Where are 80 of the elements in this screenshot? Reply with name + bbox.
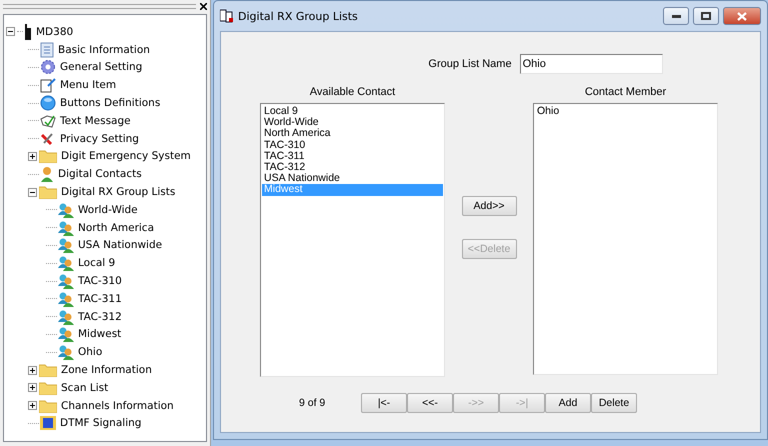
- folder-icon: [39, 398, 57, 413]
- maximize-icon: [701, 12, 711, 20]
- list-item[interactable]: TAC-310: [262, 140, 443, 151]
- people-icon: [58, 255, 74, 272]
- tree-item[interactable]: DTMF Signaling: [60, 417, 142, 430]
- tree-item[interactable]: MD380: [36, 26, 74, 38]
- list-item[interactable]: Local 9: [262, 106, 443, 118]
- tree-item[interactable]: TAC-312: [78, 310, 122, 323]
- add-button[interactable]: Add>>: [462, 196, 516, 216]
- tree-item[interactable]: General Setting: [60, 61, 142, 74]
- tree-item[interactable]: Privacy Setting: [60, 132, 139, 145]
- maximize-button[interactable]: [693, 7, 719, 25]
- people-icon: [58, 273, 74, 290]
- people-icon: [58, 344, 74, 360]
- nav-button[interactable]: |<-: [361, 393, 407, 413]
- nav-button[interactable]: Delete: [591, 393, 637, 413]
- tree-item[interactable]: TAC-310: [78, 275, 122, 288]
- tree-item[interactable]: Digital Contacts: [58, 168, 142, 180]
- people-icon: [58, 202, 74, 218]
- expand-toggle[interactable]: [28, 383, 37, 392]
- person-icon: [40, 166, 54, 182]
- list-heading: Contact Member: [584, 86, 666, 98]
- close-button[interactable]: [723, 7, 761, 25]
- group-name-field[interactable]: Ohio: [520, 54, 663, 74]
- tree-item[interactable]: Midwest: [78, 328, 122, 340]
- tree-item[interactable]: TAC-311: [78, 292, 122, 305]
- window-title: Digital RX Group Lists: [238, 10, 359, 22]
- window-icon: [220, 9, 234, 23]
- close-icon[interactable]: [200, 2, 207, 10]
- tree-item[interactable]: Text Message: [60, 114, 131, 127]
- people-icon: [58, 290, 74, 307]
- list-item[interactable]: USA Nationwide: [262, 173, 443, 184]
- list-item[interactable]: TAC-311: [262, 150, 443, 162]
- tree-item[interactable]: Local 9: [78, 257, 116, 270]
- tree-item[interactable]: USA Nationwide: [78, 239, 162, 252]
- minimize-button[interactable]: [663, 7, 689, 25]
- radio-icon: [24, 24, 32, 40]
- contact-member-list[interactable]: Ohio: [533, 103, 718, 375]
- expand-toggle[interactable]: [28, 152, 37, 161]
- tree-item[interactable]: Zone Information: [61, 364, 152, 376]
- available-contact-list[interactable]: Local 9 World-Wide North America TAC-310 TAC-311 TAC-312 USA Nationwide Midwest: [260, 103, 445, 377]
- tree-item[interactable]: Menu Item: [60, 79, 116, 92]
- document-icon: [40, 42, 54, 58]
- gear-icon: [40, 59, 56, 76]
- circle-icon: [40, 95, 56, 112]
- close-icon: [737, 12, 747, 20]
- collapse-toggle[interactable]: [28, 188, 37, 197]
- people-icon: [58, 220, 74, 236]
- people-icon: [58, 237, 74, 254]
- message-icon: [40, 112, 56, 129]
- folder-icon: [39, 149, 57, 164]
- expand-toggle[interactable]: [28, 401, 37, 410]
- tree-item[interactable]: Digital RX Group Lists: [61, 186, 176, 198]
- nav-button[interactable]: <<-: [407, 393, 453, 413]
- tree-item[interactable]: Digit Emergency System: [61, 150, 191, 162]
- collapse-toggle[interactable]: [6, 27, 15, 36]
- folder-icon: [39, 185, 57, 200]
- tree-item[interactable]: Ohio: [78, 346, 102, 358]
- list-item[interactable]: North America: [262, 128, 443, 140]
- folder-icon: [39, 380, 57, 395]
- menu-edit-icon: [40, 77, 56, 94]
- expand-toggle[interactable]: [28, 366, 37, 375]
- tree-item[interactable]: Basic Information: [58, 44, 150, 56]
- people-icon: [58, 308, 74, 325]
- nav-button[interactable]: Add: [545, 393, 591, 413]
- field-label: Group List Name: [428, 58, 512, 70]
- keypad-icon: [40, 416, 56, 430]
- tree-item[interactable]: North America: [78, 222, 154, 234]
- tree-item[interactable]: Channels Information: [61, 400, 174, 412]
- folder-icon: [39, 363, 57, 378]
- tree-item[interactable]: Scan List: [61, 382, 108, 394]
- list-item[interactable]: TAC-312: [262, 162, 443, 174]
- record-position: 9 of 9: [299, 397, 326, 409]
- tree-item[interactable]: Buttons Definitions: [60, 97, 160, 110]
- tree-item[interactable]: World-Wide: [78, 204, 138, 216]
- list-heading: Available Contact: [310, 86, 396, 98]
- minimize-icon: [672, 14, 680, 18]
- list-item[interactable]: Ohio: [535, 106, 716, 118]
- list-item[interactable]: World-Wide: [262, 117, 443, 128]
- people-icon: [58, 326, 74, 342]
